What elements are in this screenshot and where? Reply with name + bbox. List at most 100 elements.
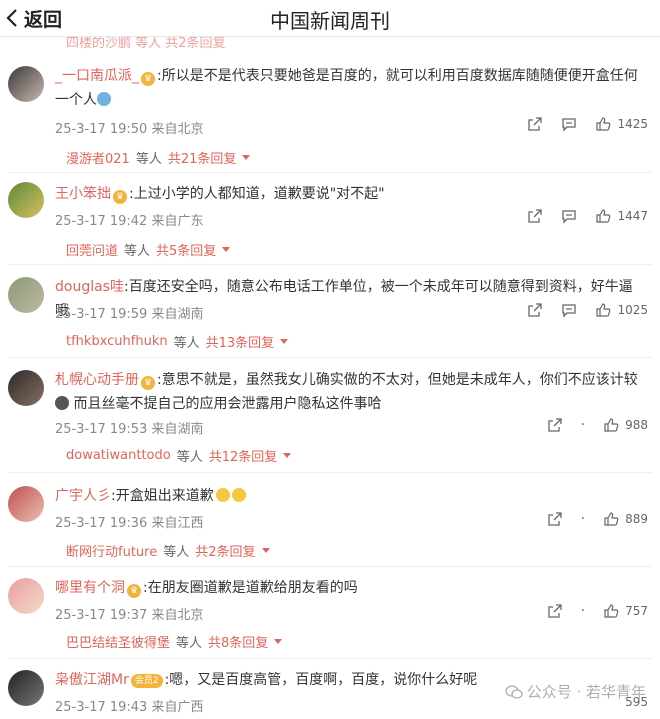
replies-link[interactable]: 巴巴结结圣彼得堡 等人 共8条回复 <box>66 632 283 651</box>
divider <box>8 357 652 358</box>
comment-time: 25-3-17 19:43 <box>55 700 148 715</box>
share-button[interactable] <box>547 511 563 527</box>
divider <box>8 172 652 173</box>
avatar[interactable] <box>8 486 44 522</box>
comment-location: 来自北京 <box>151 122 204 137</box>
crown-badge-icon: ♛ <box>113 190 127 204</box>
share-icon <box>547 512 562 526</box>
comment-location: 来自湖南 <box>151 307 204 322</box>
reply-mid: 等人 <box>124 244 151 259</box>
username[interactable]: 札幌心动手册 <box>55 372 139 388</box>
reply-mid: 等人 <box>176 450 203 465</box>
share-icon <box>547 604 562 618</box>
like-count: 1025 <box>617 303 648 317</box>
avatar[interactable] <box>8 182 44 218</box>
more-button[interactable]: · <box>581 603 585 619</box>
comment-time: 25-3-17 19:42 <box>55 214 148 229</box>
comment-icon <box>562 118 577 132</box>
smile-emoji-icon <box>231 488 246 502</box>
like-count: 988 <box>625 418 648 432</box>
like-button[interactable]: 889 <box>603 511 648 527</box>
comment-text: :在朋友圈道歉是道歉给朋友看的吗 <box>143 580 358 596</box>
thumbs-up-icon <box>604 512 619 526</box>
like-button[interactable]: 1425 <box>595 116 648 132</box>
username[interactable]: douglas哇 <box>55 279 124 295</box>
reply-count: 共12条回复 <box>208 450 278 465</box>
more-button[interactable]: · <box>581 417 585 433</box>
watermark-text: 公众号 · 若华青年 <box>526 683 646 701</box>
comment-location: 来自江西 <box>151 516 204 531</box>
comment-text: :上过小学的人都知道，道歉要说"对不起" <box>129 186 385 202</box>
reply-user: dowatiwanttodo <box>66 448 171 463</box>
share-button[interactable] <box>547 417 563 433</box>
wechat-icon <box>505 684 523 699</box>
avatar[interactable] <box>8 277 44 313</box>
thumbs-up-icon <box>604 418 619 432</box>
caret-down-icon <box>222 247 231 252</box>
replies-link[interactable]: 断网行动future 等人 共2条回复 <box>66 541 270 560</box>
comment-time: 25-3-17 19:53 <box>55 422 148 437</box>
replies-link[interactable]: 漫游者021 等人 共21条回复 <box>66 148 251 167</box>
comment-location: 来自广东 <box>151 214 204 229</box>
share-button[interactable] <box>547 603 563 619</box>
comment-time: 25-3-17 19:50 <box>55 122 148 137</box>
username[interactable]: 哪里有个洞 <box>55 580 125 596</box>
share-button[interactable] <box>527 208 543 224</box>
replies-link[interactable]: tfhkbxcuhfhukn 等人 共13条回复 <box>66 332 289 351</box>
comment-text-2: 而且丝毫不提自己的应用会泄露用户隐私这件事哈 <box>73 396 382 412</box>
share-button[interactable] <box>527 116 543 132</box>
comment-button[interactable] <box>561 116 577 132</box>
username[interactable]: 枭傲江湖Mr <box>55 672 129 688</box>
crown-badge-icon: ♛ <box>127 584 141 598</box>
thumbs-up-icon <box>596 117 611 131</box>
reply-mid: 等人 <box>176 636 203 651</box>
reply-count: 共2条回复 <box>195 545 256 560</box>
avatar[interactable] <box>8 670 44 706</box>
replies-link[interactable]: dowatiwanttodo 等人 共12条回复 <box>66 446 292 465</box>
comment-icon <box>562 210 577 224</box>
divider <box>8 264 652 265</box>
reply-count: 共13条回复 <box>205 336 275 351</box>
comment-text: :意思不就是，虽然我女儿确实做的不太对，但她是未成年人，你们不应该计较 <box>157 372 638 388</box>
avatar[interactable] <box>8 370 44 406</box>
thumbs-up-icon <box>604 604 619 618</box>
divider <box>8 472 652 473</box>
comment-icon <box>562 304 577 318</box>
reply-user: tfhkbxcuhfhukn <box>66 334 168 349</box>
reply-count: 共8条回复 <box>208 636 269 651</box>
watermark: 公众号 · 若华青年 <box>505 681 646 702</box>
username[interactable]: 广宇人彡 <box>55 488 111 504</box>
reply-user: 断网行动future <box>66 545 158 560</box>
page-title: 中国新闻周刊 <box>270 9 390 33</box>
reply-user: 回莞问道 <box>66 244 119 259</box>
like-button[interactable]: 757 <box>603 603 648 619</box>
avatar[interactable] <box>8 578 44 614</box>
share-icon <box>528 303 543 317</box>
share-button[interactable] <box>527 302 543 318</box>
like-button[interactable]: 1447 <box>595 208 648 224</box>
replies-link[interactable]: 回莞问道 等人 共5条回复 <box>66 240 231 259</box>
caret-down-icon <box>242 155 251 160</box>
reply-count: 共5条回复 <box>156 244 217 259</box>
like-button[interactable]: 988 <box>603 417 648 433</box>
caret-down-icon <box>280 339 289 344</box>
like-count: 889 <box>625 512 648 526</box>
caret-down-icon <box>274 639 283 644</box>
reply-count: 共21条回复 <box>167 152 237 167</box>
like-button[interactable]: 1025 <box>595 302 648 318</box>
reply-mid: 等人 <box>135 152 162 167</box>
caret-down-icon <box>261 548 270 553</box>
username[interactable]: 王小笨拙 <box>55 186 111 202</box>
username[interactable]: _一口南瓜派_ <box>55 68 139 84</box>
divider <box>8 566 652 567</box>
comment-button[interactable] <box>561 208 577 224</box>
comment-button[interactable] <box>561 302 577 318</box>
comment-location: 来自广西 <box>151 700 204 715</box>
like-count: 757 <box>625 604 648 618</box>
reply-user: 巴巴结结圣彼得堡 <box>66 636 171 651</box>
smile-emoji-icon <box>215 488 230 502</box>
avatar[interactable] <box>8 66 44 102</box>
caret-down-icon <box>283 453 292 458</box>
more-button[interactable]: · <box>581 511 585 527</box>
comment-time: 25-3-17 19:37 <box>55 608 148 623</box>
